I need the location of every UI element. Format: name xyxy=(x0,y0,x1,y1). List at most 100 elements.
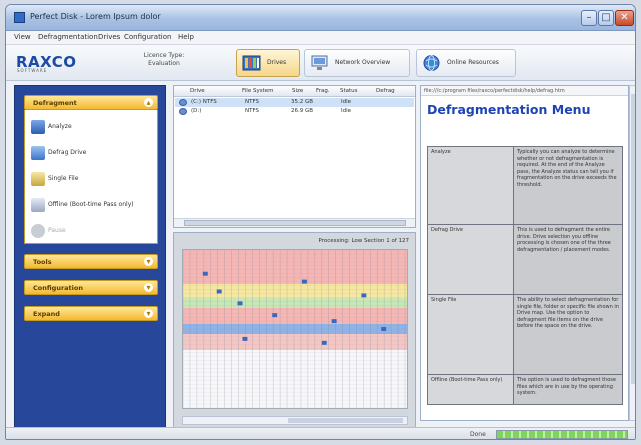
sidebar-item-label: Defrag Drive xyxy=(48,149,87,156)
scrollbar-thumb[interactable] xyxy=(184,220,406,226)
drive-size: 26.9 GB xyxy=(291,108,314,114)
menu-drives[interactable]: Drives xyxy=(98,33,120,41)
maximize-button[interactable]: □ xyxy=(598,10,614,26)
chevron-down-icon[interactable]: ▾ xyxy=(144,257,153,266)
help-row-name: Analyze xyxy=(427,146,514,225)
drive-fs: NTFS xyxy=(245,99,260,105)
sidebar-item-defrag-drive[interactable]: Defrag Drive xyxy=(31,144,155,162)
offline-icon xyxy=(31,198,45,212)
sidebar-item-label: Single File xyxy=(48,175,79,182)
tools-panel-header[interactable]: Tools ▾ xyxy=(24,254,158,269)
column-frag[interactable]: Frag. xyxy=(316,88,330,94)
drive-status: Idle xyxy=(341,108,352,114)
column-size[interactable]: Size xyxy=(292,88,303,94)
defragment-panel-header[interactable]: Defragment ▴ xyxy=(24,95,158,110)
tools-panel-title: Tools xyxy=(33,258,52,266)
chevron-down-icon[interactable]: ▾ xyxy=(144,309,153,318)
window-title: Perfect Disk - Lorem Ipsum dolor xyxy=(30,12,161,21)
help-row-text: The ability to select defragmentation fo… xyxy=(513,294,623,375)
status-text: Done xyxy=(470,431,486,438)
status-progress-bar xyxy=(496,430,628,439)
menu-bar: View Defragmentation Drives Configuratio… xyxy=(6,31,635,45)
help-pane: file:///c:/program files/raxco/perfectdi… xyxy=(420,85,629,421)
drive-map-scrollbar[interactable] xyxy=(182,416,408,425)
drive-map[interactable] xyxy=(182,249,408,409)
pause-icon xyxy=(31,224,45,238)
expand-panel-header[interactable]: Expand ▾ xyxy=(24,306,158,321)
expand-panel-title: Expand xyxy=(33,310,60,318)
drive-size: 35.2 GB xyxy=(291,99,314,105)
sidebar-item-pause: Pause xyxy=(31,222,155,240)
help-table: Analyze Typically you can analyze to det… xyxy=(427,146,623,405)
help-row: Defrag Drive This is used to defragment … xyxy=(427,224,623,295)
help-row-text: The option is used to defragment those f… xyxy=(513,374,623,405)
map-progress-label: Processing: Low Section 1 of 127 xyxy=(318,238,409,244)
help-row-name: Offline (Boot-time Pass only) xyxy=(427,374,514,405)
help-row-name: Defrag Drive xyxy=(427,224,514,295)
help-title: Defragmentation Menu xyxy=(427,102,591,117)
menu-view[interactable]: View xyxy=(14,33,31,41)
configuration-panel-title: Configuration xyxy=(33,284,83,292)
sidebar-item-label: Pause xyxy=(48,227,66,234)
online-resources-button[interactable]: Online Resources xyxy=(416,49,516,77)
drive-defrag-icon xyxy=(31,146,45,160)
table-row[interactable]: (D:) NTFS 26.9 GB Idle xyxy=(175,107,414,116)
status-progress-fill xyxy=(497,431,627,438)
title-bar[interactable]: Perfect Disk - Lorem Ipsum dolor – □ ✕ xyxy=(6,5,635,31)
defragment-panel-title: Defragment xyxy=(33,99,77,107)
map-cells xyxy=(183,250,407,408)
globe-icon xyxy=(423,55,440,71)
drive-name: (D:) xyxy=(191,108,202,114)
drive-icon xyxy=(179,99,187,106)
help-row: Single File The ability to select defrag… xyxy=(427,294,623,375)
scrollbar-thumb[interactable] xyxy=(631,94,635,384)
close-button[interactable]: ✕ xyxy=(615,10,634,26)
chevron-up-icon[interactable]: ▴ xyxy=(144,98,153,107)
task-sidebar: Defragment ▴ Analyze Defrag Drive Single… xyxy=(14,85,166,429)
drives-icon xyxy=(242,55,261,71)
online-resources-label: Online Resources xyxy=(447,59,499,66)
drive-list-header: Drive File System Size Frag. Status Defr… xyxy=(174,86,415,97)
network-overview-button[interactable]: Network Overview xyxy=(304,49,410,77)
analyze-icon xyxy=(31,120,45,134)
help-row-name: Single File xyxy=(427,294,514,375)
help-scrollbar[interactable] xyxy=(629,85,635,421)
toolbar: RAXCO SOFTWARE Licence Type: Evaluation … xyxy=(6,45,635,81)
license-type: Licence Type: Evaluation xyxy=(143,52,185,67)
network-overview-label: Network Overview xyxy=(335,59,391,66)
help-row-text: Typically you can analyze to determine w… xyxy=(513,146,623,225)
raxco-logo: RAXCO SOFTWARE xyxy=(16,53,91,73)
drive-icon xyxy=(179,108,187,115)
menu-configuration[interactable]: Configuration xyxy=(124,33,171,41)
drive-fs: NTFS xyxy=(245,108,260,114)
drives-button[interactable]: Drives xyxy=(236,49,300,77)
column-status[interactable]: Status xyxy=(340,88,358,94)
status-bar: Done xyxy=(6,427,635,439)
column-drive[interactable]: Drive xyxy=(190,88,205,94)
defragment-panel: Analyze Defrag Drive Single File Offline… xyxy=(24,110,158,244)
chevron-down-icon[interactable]: ▾ xyxy=(144,283,153,292)
sidebar-item-label: Offline (Boot-time Pass only) xyxy=(48,201,134,208)
minimize-button[interactable]: – xyxy=(581,10,597,26)
scrollbar-thumb[interactable] xyxy=(288,418,403,423)
drive-name: (C:) NTFS xyxy=(191,99,217,105)
drive-status: Idle xyxy=(341,99,352,105)
drives-button-label: Drives xyxy=(267,59,287,66)
menu-help[interactable]: Help xyxy=(178,33,194,41)
network-icon xyxy=(311,55,328,70)
app-window: Perfect Disk - Lorem Ipsum dolor – □ ✕ V… xyxy=(5,4,636,440)
sidebar-item-single-file[interactable]: Single File xyxy=(31,170,155,188)
logo-subtext: SOFTWARE xyxy=(17,68,48,73)
drive-list-scrollbar[interactable] xyxy=(174,218,415,227)
column-defrag[interactable]: Defrag xyxy=(376,88,395,94)
configuration-panel-header[interactable]: Configuration ▾ xyxy=(24,280,158,295)
help-row-text: This is used to defragment the entire dr… xyxy=(513,224,623,295)
single-file-icon xyxy=(31,172,45,186)
drive-list: Drive File System Size Frag. Status Defr… xyxy=(173,85,416,228)
sidebar-item-analyze[interactable]: Analyze xyxy=(31,118,155,136)
sidebar-item-offline[interactable]: Offline (Boot-time Pass only) xyxy=(31,196,155,214)
help-address: file:///c:/program files/raxco/perfectdi… xyxy=(421,86,628,96)
column-file-system[interactable]: File System xyxy=(242,88,273,94)
menu-defragmentation[interactable]: Defragmentation xyxy=(38,33,98,41)
table-row[interactable]: (C:) NTFS NTFS 35.2 GB Idle xyxy=(175,98,414,107)
